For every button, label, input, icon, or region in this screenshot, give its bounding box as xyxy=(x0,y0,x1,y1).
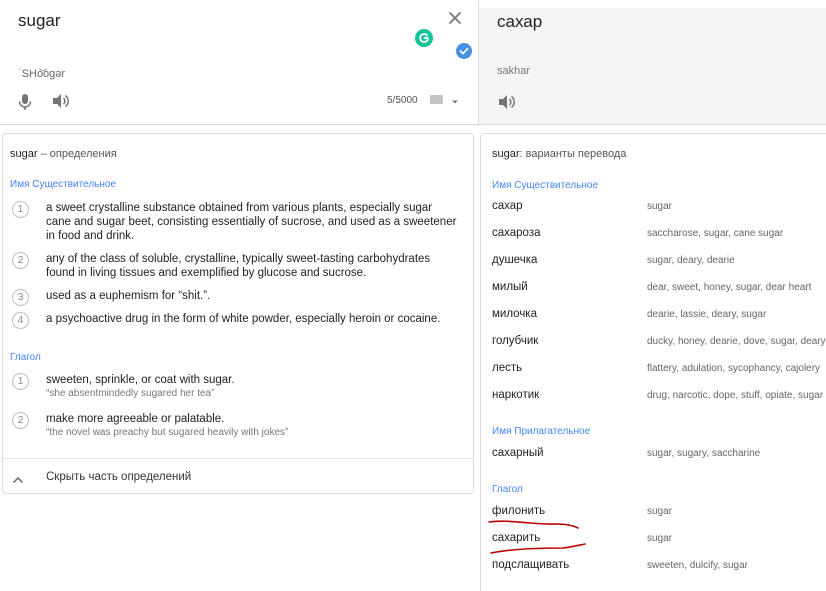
translation-synonyms: dear, sweet, honey, sugar, dear heart xyxy=(647,282,812,293)
translation-word: милочка xyxy=(492,308,537,320)
translation-synonyms: sugar xyxy=(647,506,673,517)
translation-row[interactable]: голубчик ducky, honey, dearie, dove, sug… xyxy=(481,335,826,361)
grammarly-icon[interactable] xyxy=(415,29,433,47)
source-text[interactable]: sugar xyxy=(18,11,61,31)
definitions-card: sugar – определения Имя Существительное … xyxy=(2,133,474,494)
translation-row[interactable]: сахароза saccharose, sugar, cane sugar xyxy=(481,227,826,253)
translation-row[interactable]: сахар sugar xyxy=(481,200,826,226)
pos-header-noun: Имя Существительное xyxy=(10,179,117,190)
translation-row[interactable]: подслащивать sweeten, dulcify, sugar xyxy=(481,559,826,585)
translation-row[interactable]: сахарный sugar, sugary, saccharine xyxy=(481,447,826,473)
definition-text: make more agreeable or palatable. xyxy=(46,413,225,425)
target-transliteration: sakhar xyxy=(497,65,531,77)
translations-card: sugar: варианты перевода Имя Существител… xyxy=(480,133,826,591)
translations-title-rest: : варианты перевода xyxy=(519,148,627,160)
source-transliteration: ˈSHo͝ogər xyxy=(18,68,66,80)
pos-header-noun: Имя Существительное xyxy=(492,180,599,191)
translation-word: филонить xyxy=(492,505,546,517)
translation-row[interactable]: душечка sugar, deary, dearie xyxy=(481,254,826,280)
pos-header-adjective: Имя Прилагательное xyxy=(492,426,591,437)
target-text: сахар xyxy=(497,12,543,31)
translator-panes: sugar ˈSHo͝ogər 5/5000 сахар sakhar xyxy=(0,0,826,125)
speaker-icon[interactable] xyxy=(52,93,70,109)
definition-text: used as a euphemism for “shit.”. xyxy=(46,290,211,302)
translation-word: сахароза xyxy=(492,227,541,239)
definitions-title-word: sugar xyxy=(10,148,38,160)
translation-row[interactable]: милочка dearie, lassie, deary, sugar xyxy=(481,308,826,334)
character-count: 5/5000 xyxy=(387,95,418,106)
translation-synonyms: dearie, lassie, deary, sugar xyxy=(647,309,767,320)
definition-example: “the novel was preachy but sugared heavi… xyxy=(46,427,289,438)
microphone-icon[interactable] xyxy=(17,93,33,111)
translation-synonyms: sugar xyxy=(647,533,673,544)
collapse-definitions-label: Скрыть часть определений xyxy=(46,471,192,483)
definition-number: 2 xyxy=(12,252,29,269)
definition-text: sweeten, sprinkle, or coat with sugar. xyxy=(46,374,235,386)
speaker-icon[interactable] xyxy=(498,94,516,110)
translation-synonyms: sugar xyxy=(647,201,673,212)
translation-synonyms: sweeten, dulcify, sugar xyxy=(647,560,748,571)
translation-word: душечка xyxy=(492,254,538,266)
definition-number: 1 xyxy=(12,201,29,218)
pos-header-verb: Глагол xyxy=(492,484,523,495)
translation-synonyms: drug, narcotic, dope, stuff, opiate, sug… xyxy=(647,390,824,401)
translation-word: сахарный xyxy=(492,447,544,459)
target-pane: сахар sakhar xyxy=(479,8,826,125)
definition-text: a psychoactive drug in the form of white… xyxy=(46,313,441,325)
translations-title-word: sugar xyxy=(492,148,520,160)
translation-word: лесть xyxy=(492,362,523,374)
translation-row[interactable]: лесть flattery, adulation, sycophancy, c… xyxy=(481,362,826,388)
definitions-title: sugar – определения xyxy=(10,148,117,160)
definition-text: a sweet crystalline substance obtained f… xyxy=(46,202,457,242)
chevron-up-icon xyxy=(12,472,24,484)
definition-text: any of the class of soluble, crystalline… xyxy=(46,253,431,279)
translation-word: наркотик xyxy=(492,389,540,401)
definition-number: 2 xyxy=(12,412,29,429)
translation-synonyms: ducky, honey, dearie, dove, sugar, deary xyxy=(647,336,826,347)
translation-synonyms: flattery, adulation, sycophancy, cajoler… xyxy=(647,363,821,374)
definition-number: 3 xyxy=(12,289,29,306)
translation-row[interactable]: филонить sugar xyxy=(481,505,826,531)
definition-number: 1 xyxy=(12,373,29,390)
translation-row[interactable]: наркотик drug, narcotic, dope, stuff, op… xyxy=(481,389,826,415)
translation-word: подслащивать xyxy=(492,559,570,571)
translation-synonyms: sugar, deary, dearie xyxy=(647,255,735,266)
translation-word: голубчик xyxy=(492,335,539,347)
close-icon[interactable] xyxy=(446,9,464,27)
translations-title: sugar: варианты перевода xyxy=(492,148,626,160)
pos-header-verb: Глагол xyxy=(10,352,41,363)
source-pane[interactable]: sugar ˈSHo͝ogər 5/5000 xyxy=(0,0,479,125)
translation-word: сахарить xyxy=(492,532,541,544)
translation-row[interactable]: милый dear, sweet, honey, sugar, dear he… xyxy=(481,281,826,307)
definitions-title-rest: – определения xyxy=(37,148,117,160)
keyboard-icon[interactable] xyxy=(430,95,443,104)
translation-word: сахар xyxy=(492,200,523,212)
check-circle-icon xyxy=(456,43,472,59)
definition-number: 4 xyxy=(12,312,29,329)
translation-synonyms: saccharose, sugar, cane sugar xyxy=(647,228,784,239)
translation-word: милый xyxy=(492,281,528,293)
definition-example: “she absentmindedly sugared her tea” xyxy=(46,388,215,399)
translation-row[interactable]: сахарить sugar xyxy=(481,532,826,558)
collapse-definitions-button[interactable]: Скрыть часть определений xyxy=(3,458,473,494)
translation-synonyms: sugar, sugary, saccharine xyxy=(647,448,761,459)
caret-down-icon[interactable] xyxy=(450,94,460,104)
